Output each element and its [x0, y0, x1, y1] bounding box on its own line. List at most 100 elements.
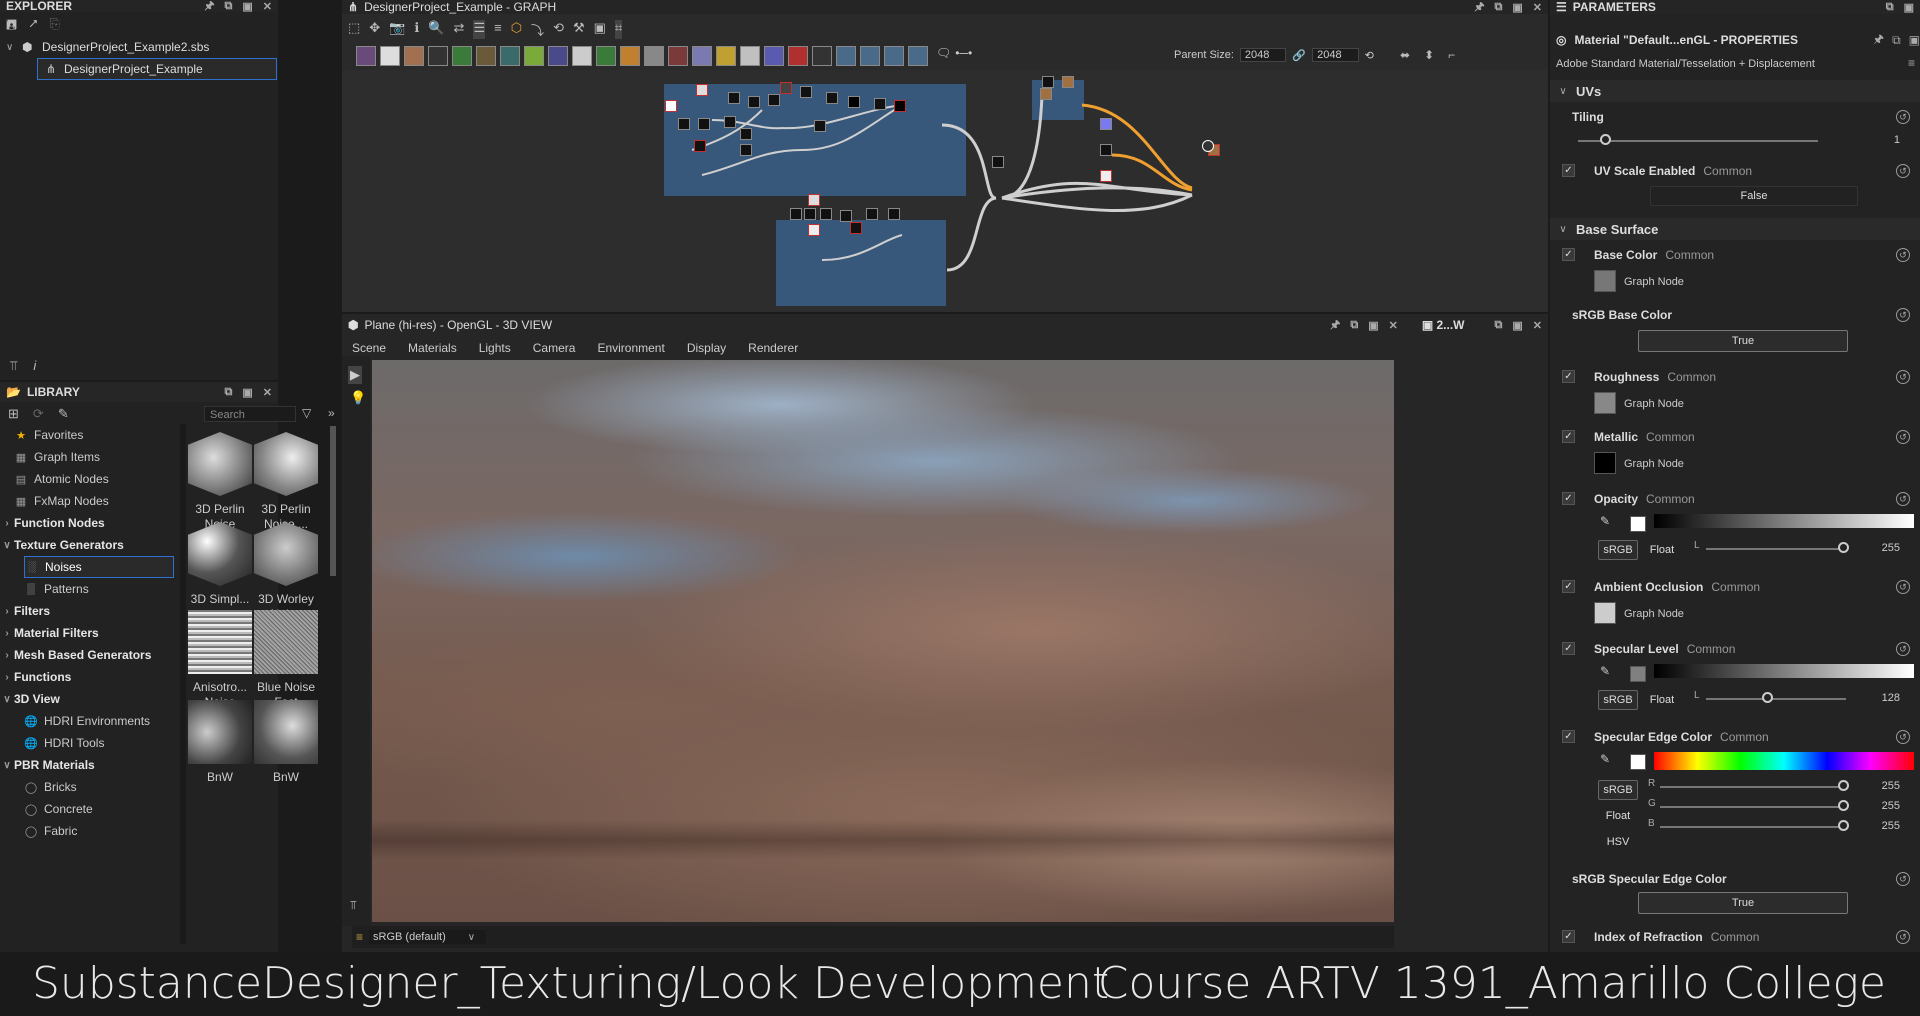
export-icon[interactable]: ⭧: [29, 16, 37, 36]
restore-icon[interactable]: ⧉: [1892, 33, 1901, 48]
align-icon[interactable]: ⇄: [454, 20, 465, 39]
graph-node[interactable]: [804, 208, 816, 220]
graph-node[interactable]: [826, 92, 838, 104]
pin-icon[interactable]: 🖈: [1330, 316, 1340, 335]
node-tool-icon[interactable]: [836, 46, 856, 66]
ao-swatch[interactable]: [1594, 602, 1616, 624]
lib-hdri-environments[interactable]: 🌐 HDRI Environments: [24, 710, 176, 732]
spec-level-float-button[interactable]: Float: [1642, 690, 1682, 710]
maximize-icon[interactable]: ▣: [1512, 319, 1522, 332]
reset-icon[interactable]: ↺: [1896, 164, 1910, 178]
lib-material-filters[interactable]: › Material Filters: [0, 622, 176, 644]
opacity-swatch[interactable]: [1630, 516, 1646, 532]
close-icon[interactable]: ✕: [263, 0, 272, 13]
thumb-3d-perlin-noise-2[interactable]: [254, 432, 318, 496]
expand-icon[interactable]: »: [328, 406, 335, 420]
thumb-anisotropic-noise[interactable]: [188, 610, 252, 674]
node-tool-icon[interactable]: [596, 46, 616, 66]
graph-node[interactable]: [748, 96, 760, 108]
opacity-gradient[interactable]: [1654, 514, 1914, 528]
graph-node[interactable]: [808, 194, 820, 206]
graph-node[interactable]: [840, 210, 852, 222]
spec-edge-float-button[interactable]: Float: [1598, 806, 1638, 826]
size-select[interactable]: 2048: [1312, 48, 1359, 62]
graph-node[interactable]: [888, 208, 900, 220]
tiling-slider-knob[interactable]: [1600, 134, 1611, 145]
pin-icon[interactable]: 🖈: [1474, 0, 1484, 17]
connect-icon[interactable]: ⬌: [1400, 48, 1410, 62]
spec-edge-hsv-button[interactable]: HSV: [1598, 832, 1638, 852]
node-tool-icon[interactable]: [740, 46, 760, 66]
frame-icon[interactable]: ⬚: [348, 20, 360, 39]
r-slider-track[interactable]: [1660, 786, 1846, 788]
lib-functions[interactable]: › Functions: [0, 666, 176, 688]
library-search-box[interactable]: Search: [204, 406, 296, 422]
uv-scale-value[interactable]: False: [1650, 186, 1858, 206]
lib-fabric[interactable]: ◯ Fabric: [24, 820, 176, 842]
restore-icon[interactable]: ⧉: [1495, 1, 1503, 14]
node-tool-icon[interactable]: [356, 46, 376, 66]
maximize-icon[interactable]: ▣: [1904, 1, 1914, 14]
metallic-swatch[interactable]: [1594, 452, 1616, 474]
lib-texture-generators[interactable]: ∨ Texture Generators: [0, 534, 176, 556]
graph-node[interactable]: [1100, 118, 1112, 130]
opacity-checkbox[interactable]: ✓: [1562, 492, 1575, 505]
graph-node[interactable]: [728, 92, 740, 104]
graph-node[interactable]: [694, 140, 706, 152]
g-slider-track[interactable]: [1660, 806, 1846, 808]
node-tool-icon[interactable]: [716, 46, 736, 66]
thumb-bnw-spots-1[interactable]: [188, 700, 252, 764]
move-icon[interactable]: ✥: [369, 20, 380, 39]
refresh-icon[interactable]: ⟳: [33, 406, 44, 422]
graph-node[interactable]: [724, 116, 736, 128]
r-value[interactable]: 255: [1882, 780, 1900, 792]
menu-renderer[interactable]: Renderer: [748, 341, 798, 355]
graph-node[interactable]: [740, 144, 752, 156]
graph-canvas[interactable]: [342, 70, 1548, 312]
reset-icon[interactable]: ↺: [1896, 492, 1910, 506]
node-tool-icon[interactable]: [476, 46, 496, 66]
node-tool-icon[interactable]: [884, 46, 904, 66]
node-tool-icon[interactable]: [428, 46, 448, 66]
maximize-icon[interactable]: ▣: [1512, 1, 1522, 14]
reset-icon[interactable]: ↺: [1896, 248, 1910, 262]
roughness-swatch[interactable]: [1594, 392, 1616, 414]
video-camera-icon[interactable]: ▶: [348, 366, 362, 384]
crop-icon[interactable]: ⌐: [1448, 48, 1455, 62]
output-node-icon[interactable]: [1202, 140, 1214, 152]
menu-icon[interactable]: ≡: [1908, 56, 1915, 70]
lib-patterns[interactable]: ▒ Patterns: [24, 578, 176, 600]
menu-scene[interactable]: Scene: [352, 341, 386, 355]
graph-node[interactable]: [800, 86, 812, 98]
lib-atomic-nodes[interactable]: ▤ Atomic Nodes: [0, 468, 176, 490]
edit-icon[interactable]: ✎: [58, 406, 69, 422]
side-tab[interactable]: ▣ 2...W: [1422, 318, 1465, 332]
maximize-icon[interactable]: ▣: [1368, 319, 1378, 332]
nodes-icon[interactable]: ⬡: [511, 20, 522, 39]
tiling-value[interactable]: 1: [1894, 134, 1900, 146]
lib-bricks[interactable]: ◯ Bricks: [24, 776, 176, 798]
thumb-3d-worley-noise[interactable]: [254, 522, 318, 586]
graph-node[interactable]: [820, 208, 832, 220]
node-tool-icon[interactable]: [404, 46, 424, 66]
search-icon[interactable]: 🔍: [428, 20, 444, 39]
spec-level-checkbox[interactable]: ✓: [1562, 642, 1575, 655]
parent-size-select[interactable]: 2048: [1239, 48, 1287, 62]
reset-icon[interactable]: ↺: [1896, 430, 1910, 444]
tools-icon[interactable]: ⚒: [573, 20, 585, 39]
menu-environment[interactable]: Environment: [597, 341, 664, 355]
thumb-blue-noise-fast[interactable]: [254, 610, 318, 674]
graph-node[interactable]: [698, 118, 710, 130]
cycle-icon[interactable]: ⟲: [553, 20, 564, 39]
graph-node[interactable]: [866, 208, 878, 220]
uv-scale-checkbox[interactable]: ✓: [1562, 164, 1575, 177]
opacity-float-button[interactable]: Float: [1642, 540, 1682, 560]
spec-level-value[interactable]: 128: [1882, 692, 1900, 704]
layout-icon[interactable]: ☰: [473, 20, 486, 39]
explorer-graph-item[interactable]: ⋔ DesignerProject_Example: [37, 58, 277, 80]
graph-node[interactable]: [768, 94, 780, 106]
lib-filters[interactable]: › Filters: [0, 600, 176, 622]
ao-checkbox[interactable]: ✓: [1562, 580, 1575, 593]
ior-checkbox[interactable]: ✓: [1562, 930, 1575, 943]
opacity-srgb-button[interactable]: sRGB: [1598, 540, 1638, 560]
